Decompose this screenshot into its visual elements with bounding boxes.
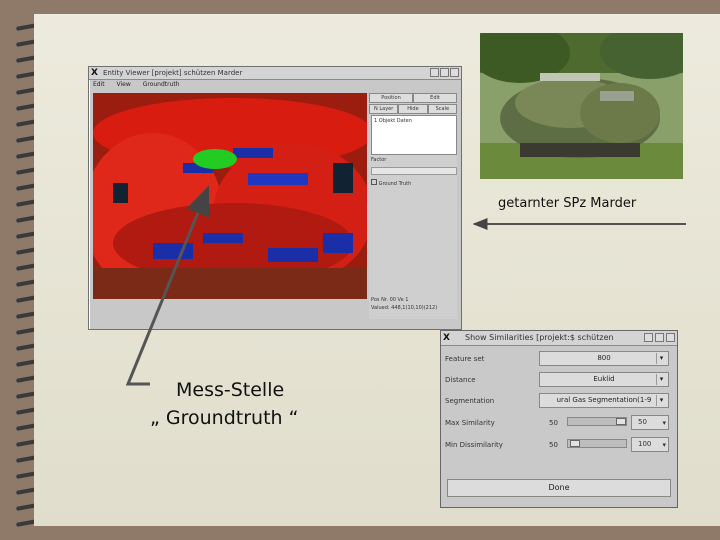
max-similarity-row: Max Similarity 50 50 ▾: [445, 415, 673, 431]
list-item[interactable]: 1 Objekt Daten: [372, 116, 456, 126]
subtab-hide[interactable]: Hide: [398, 104, 428, 114]
tank-photo: [480, 33, 683, 179]
max-similarity-label: Max Similarity: [445, 419, 495, 427]
segmentation-select[interactable]: ural Gas Segmentation(1-9 ▾: [539, 393, 669, 408]
dropdown-arrow-icon[interactable]: ▾: [656, 353, 666, 364]
min-dissimilarity-spinner[interactable]: 100 ▾: [631, 437, 669, 452]
segmentation-row: Segmentation ural Gas Segmentation(1-9 ▾: [445, 393, 673, 409]
segmentation-value: ural Gas Segmentation(1-9: [556, 396, 652, 404]
x-logo-icon: X: [443, 333, 450, 343]
feature-set-label: Feature set: [445, 355, 485, 363]
similarities-titlebar[interactable]: X Show Similarities [projekt:$ schützen: [441, 331, 677, 346]
done-button[interactable]: Done: [447, 479, 671, 497]
viewer-title: Entity Viewer [projekt] schützen Marder: [103, 69, 243, 77]
close-button[interactable]: [450, 68, 459, 77]
distance-value: Euklid: [593, 375, 615, 383]
measurement-callout: Mess-Stelle „ Groundtruth “: [150, 376, 298, 432]
minimize-button[interactable]: [644, 333, 653, 342]
status-line-2: Valued: 448,1(10,10)(212): [371, 305, 438, 311]
show-similarities-window: X Show Similarities [projekt:$ schützen …: [440, 330, 678, 508]
max-similarity-slider-thumb[interactable]: [616, 418, 626, 425]
status-line-1: Pos Nr. 00 Ve 1: [371, 297, 409, 303]
menu-groundtruth[interactable]: Groundtruth: [143, 81, 180, 88]
photo-caption: getarnter SPz Marder: [498, 196, 637, 211]
segmentation-label: Segmentation: [445, 397, 495, 405]
factor-label: Factor: [371, 157, 387, 163]
entity-viewer-window: X Entity Viewer [projekt] schützen Marde…: [88, 66, 462, 330]
camouflaged-tank-image: [480, 33, 683, 179]
distance-label: Distance: [445, 376, 476, 384]
callout-line-1: Mess-Stelle: [176, 379, 285, 401]
min-dissimilarity-label: Min Dissimilarity: [445, 441, 503, 449]
segmented-tank-image: [93, 93, 367, 299]
min-dissimilarity-slider-thumb[interactable]: [570, 440, 580, 447]
min-dissimilarity-value: 50: [549, 441, 558, 449]
spin-arrow-icon[interactable]: ▾: [662, 439, 666, 452]
groundtruth-checkbox-row[interactable]: Ground Truth: [371, 179, 411, 187]
menu-edit[interactable]: Edit: [93, 81, 105, 88]
dropdown-arrow-icon[interactable]: ▾: [656, 374, 666, 385]
feature-set-value: 800: [597, 354, 611, 362]
feature-set-select[interactable]: 800 ▾: [539, 351, 669, 366]
callout-line-2: „ Groundtruth “: [150, 407, 299, 429]
viewer-side-panel: Position Edit N Layer Hide Scale 1 Objek…: [369, 93, 457, 319]
viewer-menubar: Edit View Groundtruth: [89, 80, 461, 90]
minimize-button[interactable]: [430, 68, 439, 77]
maximize-button[interactable]: [440, 68, 449, 77]
spin-arrow-icon[interactable]: ▾: [662, 417, 666, 430]
maximize-button[interactable]: [655, 333, 664, 342]
factor-slider[interactable]: [371, 167, 457, 175]
max-similarity-spin-value: 50: [638, 418, 647, 426]
groundtruth-checkbox[interactable]: [371, 179, 377, 185]
groundtruth-region[interactable]: [193, 149, 237, 169]
menu-view[interactable]: View: [117, 81, 131, 88]
subtab-scale[interactable]: Scale: [427, 104, 457, 114]
min-dissimilarity-slider[interactable]: [567, 439, 627, 448]
close-button[interactable]: [666, 333, 675, 342]
distance-row: Distance Euklid ▾: [445, 372, 673, 388]
dropdown-arrow-icon[interactable]: ▾: [656, 395, 666, 406]
distance-select[interactable]: Euklid ▾: [539, 372, 669, 387]
max-similarity-value: 50: [549, 419, 558, 427]
groundtruth-checkbox-label: Ground Truth: [378, 181, 412, 187]
min-dissimilarity-spin-value: 100: [638, 440, 652, 448]
max-similarity-slider[interactable]: [567, 417, 627, 426]
object-list[interactable]: 1 Objekt Daten: [371, 115, 457, 155]
similarities-title: Show Similarities [projekt:$ schützen: [465, 333, 614, 342]
tab-position[interactable]: Position: [369, 93, 413, 103]
max-similarity-spinner[interactable]: 50 ▾: [631, 415, 669, 430]
x-logo-icon: X: [91, 68, 98, 78]
tab-edit[interactable]: Edit: [413, 93, 457, 103]
viewer-titlebar[interactable]: X Entity Viewer [projekt] schützen Marde…: [89, 67, 461, 80]
subtab-layer[interactable]: N Layer: [369, 104, 399, 114]
min-dissimilarity-row: Min Dissimilarity 50 100 ▾: [445, 437, 673, 453]
segmentation-image[interactable]: [93, 93, 367, 299]
feature-set-row: Feature set 800 ▾: [445, 351, 673, 367]
